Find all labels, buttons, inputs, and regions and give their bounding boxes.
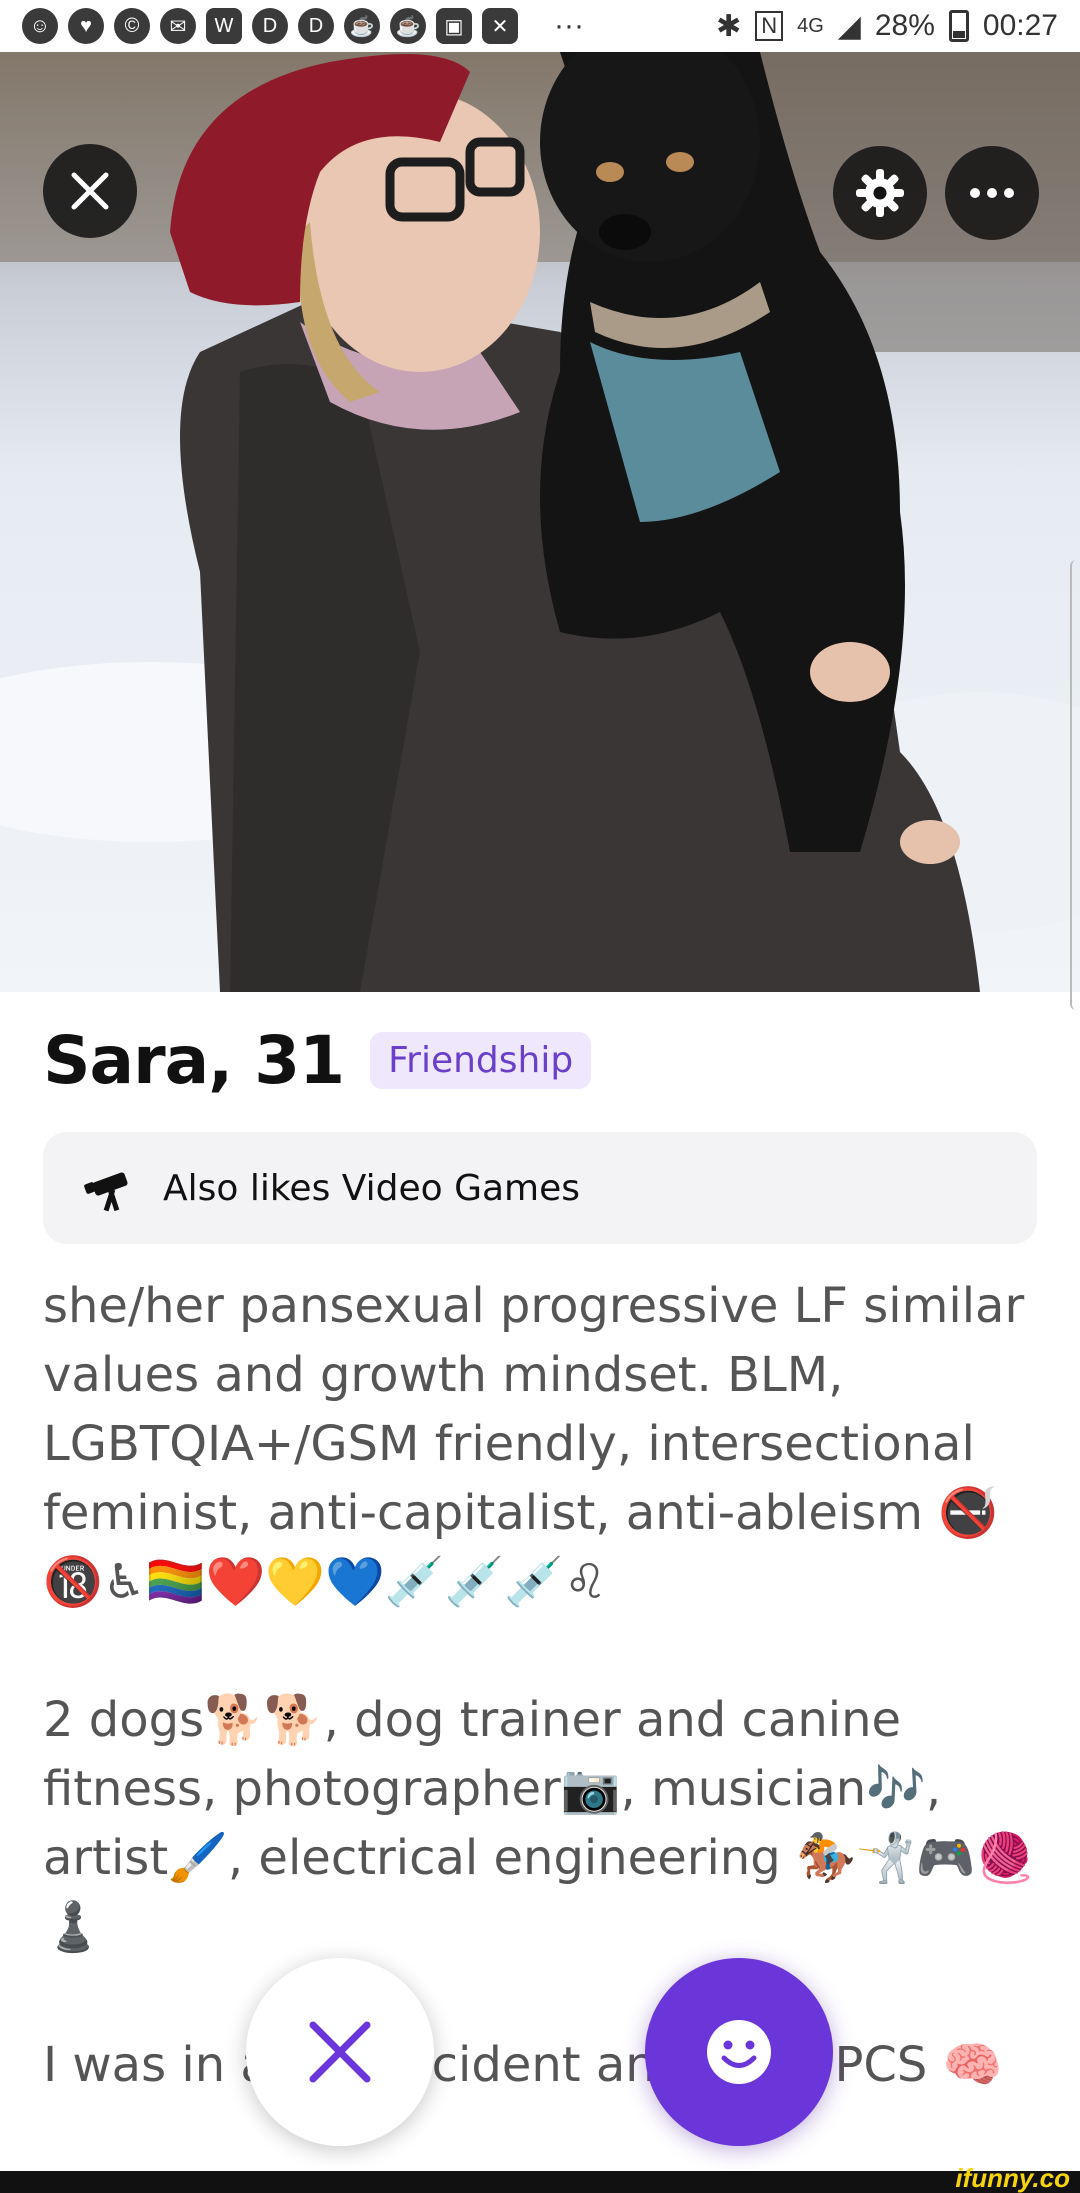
bio-paragraph: she/her pansexual progressive LF similar… bbox=[43, 1278, 1040, 1610]
profile-photo[interactable] bbox=[0, 52, 1080, 992]
looking-for-badge: Friendship bbox=[370, 1032, 592, 1089]
cup-icon: ☕ bbox=[344, 8, 380, 44]
close-icon bbox=[71, 172, 109, 210]
chat-icon: ✉ bbox=[160, 8, 196, 44]
more-icon bbox=[970, 188, 1014, 198]
battery-icon bbox=[948, 10, 969, 42]
telescope-icon bbox=[84, 1172, 128, 1212]
d-icon: D bbox=[298, 8, 334, 44]
watermark-bar bbox=[0, 2171, 1080, 2193]
battery-percent: 28% bbox=[874, 9, 935, 42]
pass-button[interactable] bbox=[246, 1958, 434, 2146]
cup-icon: ☕ bbox=[390, 8, 426, 44]
profile-bio: she/her pansexual progressive LF similar… bbox=[43, 1272, 1053, 2100]
bio-paragraph: 2 dogs🐕🐕, dog trainer and canine fitness… bbox=[43, 1692, 1036, 1955]
nfc-icon: N bbox=[755, 11, 784, 41]
close-icon bbox=[309, 2021, 371, 2083]
watermark: ifunny.co bbox=[955, 2163, 1070, 2193]
gear-icon bbox=[856, 169, 904, 217]
profile-header: Sara, 31 Friendship bbox=[43, 1022, 592, 1099]
system-status: ✱ N 4G ◢ 28% 00:27 bbox=[716, 9, 1058, 44]
shared-interest-text: Also likes Video Games bbox=[163, 1167, 581, 1209]
settings-button[interactable] bbox=[833, 146, 927, 240]
status-bar: ☺ ♥ © ✉ W D D ☕ ☕ ▣ ✕ ··· ✱ N 4G ◢ 28% 0… bbox=[0, 0, 1080, 52]
shared-interest-card: Also likes Video Games bbox=[43, 1132, 1037, 1244]
face-icon: ☺ bbox=[22, 8, 58, 44]
close-button[interactable] bbox=[43, 144, 137, 238]
x-icon: ✕ bbox=[482, 8, 518, 44]
d-icon: D bbox=[252, 8, 288, 44]
c-icon: © bbox=[114, 8, 150, 44]
signal-icon: ◢ bbox=[837, 9, 861, 43]
overflow-indicator: ··· bbox=[554, 9, 584, 42]
profile-name-age: Sara, 31 bbox=[43, 1022, 345, 1099]
smiley-icon bbox=[707, 2020, 771, 2084]
bio-paragraph: I was in a car accident and have PCS 🧠 bbox=[43, 2037, 1003, 2093]
notification-icons: ☺ ♥ © ✉ W D D ☕ ☕ ▣ ✕ ··· bbox=[22, 8, 584, 44]
bluetooth-icon: ✱ bbox=[716, 9, 742, 43]
heart-icon: ♥ bbox=[68, 8, 104, 44]
more-options-button[interactable] bbox=[945, 146, 1039, 240]
webtoon-icon: W bbox=[206, 8, 242, 44]
twitch-icon: ▣ bbox=[436, 8, 472, 44]
scrollbar[interactable] bbox=[1070, 560, 1080, 1010]
network-type: 4G bbox=[797, 14, 824, 37]
clock: 00:27 bbox=[982, 9, 1058, 42]
smile-button[interactable] bbox=[645, 1958, 833, 2146]
